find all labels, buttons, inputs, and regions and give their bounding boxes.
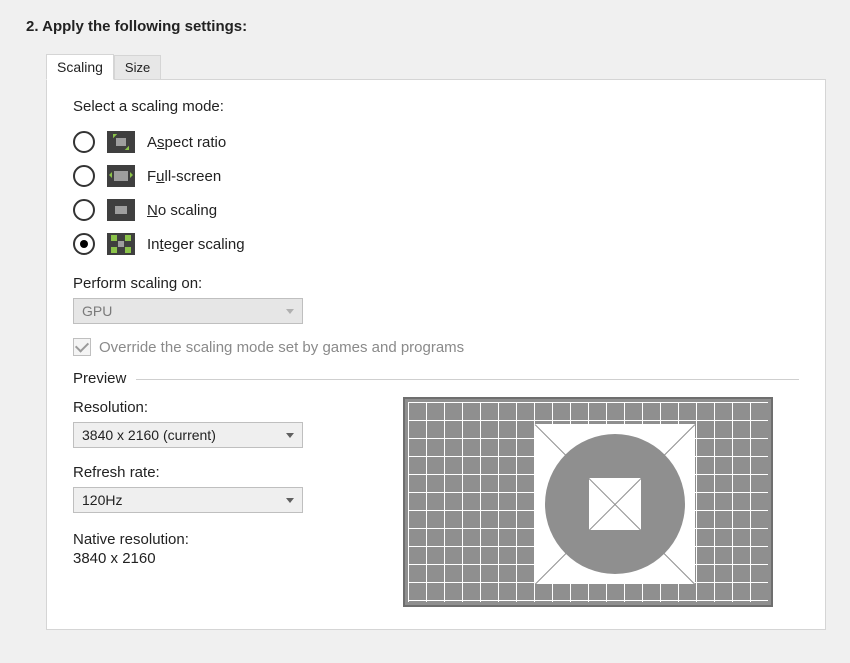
- preview-area: Resolution: 3840 x 2160 (current) Refres…: [73, 397, 799, 607]
- radio-full-screen[interactable]: [73, 165, 95, 187]
- perform-scaling-on-label: Perform scaling on:: [73, 275, 799, 292]
- preview-image: [403, 397, 773, 607]
- override-scaling-label: Override the scaling mode set by games a…: [99, 339, 464, 356]
- settings-panel: Select a scaling mode: Aspect ratio Full…: [46, 79, 826, 630]
- integer-scaling-icon: [107, 233, 135, 255]
- perform-scaling-on-value: GPU: [82, 303, 112, 319]
- full-screen-icon: [107, 165, 135, 187]
- radio-integer-scaling[interactable]: [73, 233, 95, 255]
- chevron-down-icon: [286, 498, 294, 503]
- resolution-value: 3840 x 2160 (current): [82, 427, 216, 443]
- radio-row-aspect-ratio[interactable]: Aspect ratio: [73, 125, 799, 159]
- checkmark-icon: [75, 339, 89, 353]
- scaling-mode-radio-group: Aspect ratio Full-screen No scaling Inte…: [73, 125, 799, 261]
- section-title: 2. Apply the following settings:: [26, 18, 824, 35]
- refresh-rate-dropdown[interactable]: 120Hz: [73, 487, 303, 513]
- radio-aspect-ratio[interactable]: [73, 131, 95, 153]
- no-scaling-icon: [107, 199, 135, 221]
- tabstrip: Scaling Size: [46, 53, 824, 79]
- native-resolution-value: 3840 x 2160: [73, 550, 373, 567]
- native-resolution-label: Native resolution:: [73, 531, 373, 548]
- tab-size[interactable]: Size: [114, 55, 161, 80]
- refresh-rate-label: Refresh rate:: [73, 464, 373, 481]
- perform-scaling-on-dropdown[interactable]: GPU: [73, 298, 303, 324]
- radio-row-integer-scaling[interactable]: Integer scaling: [73, 227, 799, 261]
- resolution-label: Resolution:: [73, 399, 373, 416]
- radio-row-no-scaling[interactable]: No scaling: [73, 193, 799, 227]
- chevron-down-icon: [286, 309, 294, 314]
- select-scaling-mode-label: Select a scaling mode:: [73, 98, 799, 115]
- radio-no-scaling[interactable]: [73, 199, 95, 221]
- refresh-rate-value: 120Hz: [82, 492, 122, 508]
- radio-label-aspect-ratio: Aspect ratio: [147, 134, 226, 151]
- override-scaling-checkbox-row: Override the scaling mode set by games a…: [73, 338, 799, 356]
- radio-label-full-screen: Full-screen: [147, 168, 221, 185]
- radio-label-no-scaling: No scaling: [147, 202, 217, 219]
- tab-scaling[interactable]: Scaling: [46, 54, 114, 80]
- override-scaling-checkbox: [73, 338, 91, 356]
- chevron-down-icon: [286, 433, 294, 438]
- aspect-ratio-icon: [107, 131, 135, 153]
- radio-row-full-screen[interactable]: Full-screen: [73, 159, 799, 193]
- radio-label-integer-scaling: Integer scaling: [147, 236, 245, 253]
- resolution-dropdown[interactable]: 3840 x 2160 (current): [73, 422, 303, 448]
- preview-heading: Preview: [73, 370, 799, 387]
